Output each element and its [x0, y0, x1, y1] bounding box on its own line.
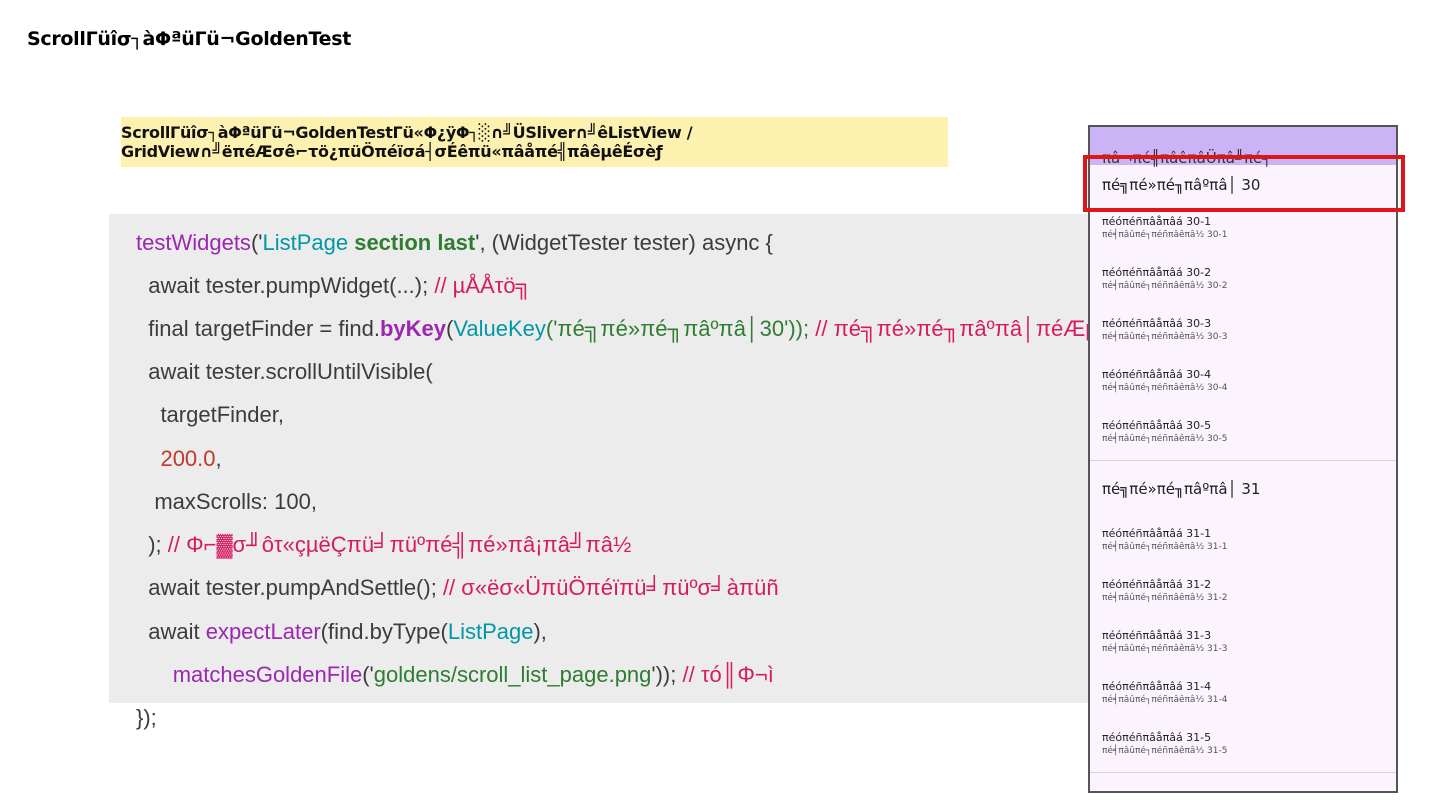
section-divider: [1090, 772, 1396, 773]
section-header: πé╗πé»πé╖πâºπâ│ 31: [1102, 480, 1261, 498]
section-31: πé╗πé»πé╖πâºπâ│ 31 πéóπéñπâåπâá 31-1 πé╡…: [1090, 461, 1396, 772]
code-token: ),: [533, 619, 547, 644]
code-line-7: maxScrolls: 100,: [136, 488, 317, 516]
code-token: expectLater: [205, 619, 321, 644]
code-comment: // Φ⌐▓σ╜ôτ«çµëÇπü╛πüºπé╣πé»πâ¡πâ╝πâ½: [167, 532, 632, 557]
list-item-subtitle: πé╡πâûπé┐πéñπâêπâ½ 31-5: [1102, 746, 1228, 756]
code-token: byKey: [379, 316, 447, 341]
code-token: ,: [215, 446, 222, 471]
code-token: final targetFinder = find.: [136, 316, 380, 341]
list-item-subtitle: πé╡πâûπé┐πéñπâêπâ½ 31-1: [1102, 542, 1228, 552]
code-line-9: await tester.pumpAndSettle(); // σ«ëσ«Üπ…: [136, 574, 779, 602]
list-item[interactable]: πéóπéñπâåπâá 31-1 πé╡πâûπé┐πéñπâêπâ½ 31-…: [1090, 517, 1396, 568]
code-line-12: });: [136, 704, 157, 732]
code-comment: // µÅÅτö╗: [434, 273, 532, 298]
list-item-title: πéóπéñπâåπâá 30-2: [1102, 266, 1212, 279]
code-token: ValueKey: [453, 316, 546, 341]
list-item-title: πéóπéñπâåπâá 30-4: [1102, 368, 1212, 381]
code-token: await tester.pumpWidget(...);: [136, 273, 435, 298]
code-token: (': [362, 662, 374, 687]
code-token: maxScrolls: 100,: [136, 489, 317, 514]
code-token: ListPage: [447, 619, 534, 644]
code-line-5: targetFinder,: [136, 401, 284, 429]
list-item-title: πéóπéñπâåπâá 31-3: [1102, 629, 1212, 642]
code-token: });: [136, 705, 157, 730]
list-item-subtitle: πé╡πâûπé┐πéñπâêπâ½ 31-3: [1102, 644, 1228, 654]
list-item-title: πéóπéñπâåπâá 30-1: [1102, 215, 1212, 228]
slide-title: ScrollΓüîσ┐àΦªüΓü¬GoldenTest: [27, 28, 352, 50]
code-line-2: await tester.pumpWidget(...); // µÅÅτö╗: [136, 272, 531, 300]
code-token: );: [136, 532, 168, 557]
list-item[interactable]: πéóπéñπâåπâá 30-4 πé╡πâûπé┐πéñπâêπâ½ 30-…: [1090, 358, 1396, 409]
list-item-subtitle: πé╡πâûπé┐πéñπâêπâ½ 30-5: [1102, 434, 1228, 444]
list-item-title: πéóπéñπâåπâá 31-4: [1102, 680, 1212, 693]
code-token: matchesGoldenFile: [172, 662, 363, 687]
list-item-subtitle: πé╡πâûπé┐πéñπâêπâ½ 31-4: [1102, 695, 1228, 705]
list-item-title: πéóπéñπâåπâá 31-5: [1102, 731, 1212, 744]
code-line-4: await tester.scrollUntilVisible(: [136, 358, 433, 386]
list-item-subtitle: πé╡πâûπé┐πéñπâêπâ½ 30-4: [1102, 383, 1228, 393]
code-token: await: [136, 619, 206, 644]
list-item[interactable]: πéóπéñπâåπâá 31-4 πé╡πâûπé┐πéñπâêπâ½ 31-…: [1090, 670, 1396, 721]
code-token: await tester.scrollUntilVisible(: [136, 359, 433, 384]
code-comment: // σ«ëσ«ÜπüÖπéïπü╛πüºσ╛àπüñ: [442, 575, 779, 600]
list-item-title: πéóπéñπâåπâá 30-3: [1102, 317, 1212, 330]
code-line-1: testWidgets('ListPage section last', (Wi…: [136, 229, 773, 257]
caption-banner: ScrollΓüîσ┐àΦªüΓü¬GoldenTestΓü«Φ¿ÿΦ┐░∩╝Ü…: [121, 117, 948, 167]
list-item-subtitle: πé╡πâûπé┐πéñπâêπâ½ 31-2: [1102, 593, 1228, 603]
code-token: ('πé╗πé»πé╖πâºπâ│30'));: [545, 316, 816, 341]
list-item-title: πéóπéñπâåπâá 31-1: [1102, 527, 1212, 540]
list-item[interactable]: πéóπéñπâåπâá 30-3 πé╡πâûπé┐πéñπâêπâ½ 30-…: [1090, 307, 1396, 358]
code-line-11: matchesGoldenFile('goldens/scroll_list_p…: [136, 661, 774, 689]
list-item[interactable]: πéóπéñπâåπâá 31-5 πé╡πâûπé┐πéñπâêπâ½ 31-…: [1090, 721, 1396, 772]
code-token: ', (WidgetTester tester) async {: [475, 230, 773, 255]
phone-screenshot: πâ¬πé╣πâêπâÜπâ╝πé╕ πé╗πé»πé╖πâºπâ│ 30 πé…: [1088, 125, 1398, 793]
code-comment: // τó║Φ¬ì: [682, 662, 774, 687]
code-token: await tester.pumpAndSettle();: [136, 575, 443, 600]
list-item[interactable]: πéóπéñπâåπâá 30-2 πé╡πâûπé┐πéñπâêπâ½ 30-…: [1090, 256, 1396, 307]
code-string: goldens/scroll_list_page.png: [373, 662, 652, 687]
code-line-3: final targetFinder = find.byKey(ValueKey…: [136, 315, 1169, 343]
code-token: (': [250, 230, 263, 255]
list-item-subtitle: πé╡πâûπé┐πéñπâêπâ½ 30-1: [1102, 230, 1228, 240]
code-line-8: ); // Φ⌐▓σ╜ôτ«çµëÇπü╛πüºπé╣πé»πâ¡πâ╝πâ½: [136, 531, 631, 559]
code-token: section last: [354, 230, 476, 255]
code-number: 200.0: [160, 446, 216, 471]
code-token: (find.byType(: [320, 619, 448, 644]
list-item[interactable]: πéóπéñπâåπâá 30-5 πé╡πâûπé┐πéñπâêπâ½ 30-…: [1090, 409, 1396, 460]
list-item-subtitle: πé╡πâûπé┐πéñπâêπâ½ 30-2: [1102, 281, 1228, 291]
list-item-title: πéóπéñπâåπâá 31-2: [1102, 578, 1212, 591]
code-token: testWidgets: [136, 230, 251, 255]
list-item-subtitle: πé╡πâûπé┐πéñπâêπâ½ 30-3: [1102, 332, 1228, 342]
list-item-title: πéóπéñπâåπâá 30-5: [1102, 419, 1212, 432]
code-token: targetFinder,: [136, 402, 284, 427]
code-token: '));: [651, 662, 683, 687]
list-item[interactable]: πéóπéñπâåπâá 31-2 πé╡πâûπé┐πéñπâêπâ½ 31-…: [1090, 568, 1396, 619]
code-token: ListPage: [262, 230, 355, 255]
code-line-6: 200.0,: [136, 445, 222, 473]
code-line-10: await expectLater(find.byType(ListPage),: [136, 618, 547, 646]
list-item[interactable]: πéóπéñπâåπâá 30-1 πé╡πâûπé┐πéñπâêπâ½ 30-…: [1090, 205, 1396, 256]
highlight-box: [1083, 155, 1405, 212]
list-item[interactable]: πéóπéñπâåπâá 31-3 πé╡πâûπé┐πéñπâêπâ½ 31-…: [1090, 619, 1396, 670]
